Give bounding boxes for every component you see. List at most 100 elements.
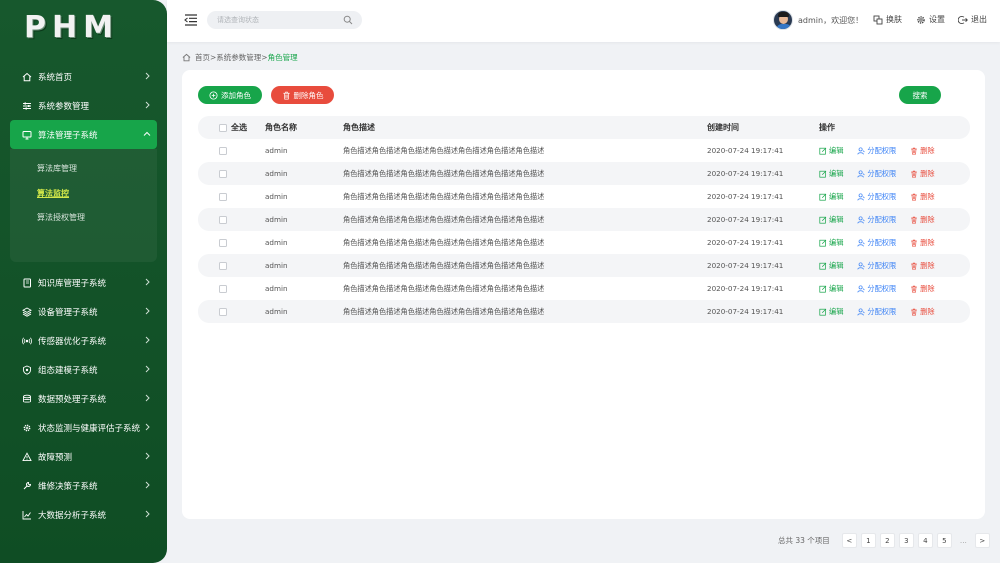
edit-button[interactable]: 编辑 — [819, 146, 843, 156]
assign-permission-button[interactable]: 分配权限 — [857, 169, 896, 179]
select-all-checkbox[interactable] — [219, 123, 227, 132]
row-checkbox[interactable] — [219, 215, 227, 224]
delete-button[interactable]: 删除 — [910, 192, 935, 202]
delete-button[interactable]: 删除 — [910, 238, 935, 248]
table-row: admin 角色描述角色描述角色描述角色描述角色描述角色描述角色描述 2020-07… — [198, 231, 970, 254]
edit-button[interactable]: 编辑 — [819, 192, 843, 202]
search-button[interactable]: 搜索 — [899, 86, 941, 104]
pagination-page[interactable]: 1 — [860, 533, 876, 548]
trash-icon — [911, 262, 917, 270]
assign-permission-button[interactable]: 分配权限 — [857, 284, 896, 294]
sidebar-menu: 系统首页 系统参数管理 算法管理子系统 算法库管理 算法监控 算法授权管理 知识… — [0, 62, 167, 529]
sidebar-item-maintenance[interactable]: 维修决策子系统 — [0, 471, 167, 500]
home-icon — [182, 53, 191, 62]
assign-permission-button[interactable]: 分配权限 — [857, 261, 896, 271]
chevron-right-icon — [145, 510, 150, 518]
row-checkbox[interactable] — [219, 192, 227, 201]
breadcrumb-home[interactable]: 首页 — [195, 52, 210, 63]
user-permission-icon — [857, 215, 866, 223]
cell-role-desc: 角色描述角色描述角色描述角色描述角色描述角色描述角色描述 — [343, 168, 545, 178]
row-checkbox[interactable] — [219, 169, 227, 178]
edit-button[interactable]: 编辑 — [819, 169, 843, 179]
row-checkbox[interactable] — [219, 238, 227, 247]
cell-create-time: 2020-07-24 19:17:41 — [707, 284, 784, 293]
sidebar-subitem-algo-monitor[interactable]: 算法监控 — [10, 182, 157, 207]
avatar[interactable] — [773, 10, 793, 30]
sidebar-item-sensor[interactable]: 传感器优化子系统 — [0, 326, 167, 355]
breadcrumb-current: 角色管理 — [267, 53, 298, 62]
logout-button[interactable]: 退出 — [958, 14, 987, 25]
user-permission-icon — [857, 261, 866, 269]
assign-permission-label: 分配权限 — [867, 260, 897, 270]
pagination-page[interactable]: 3 — [898, 533, 914, 548]
pagination-page[interactable]: 4 — [917, 533, 933, 548]
settings-button[interactable]: 设置 — [916, 14, 945, 25]
sidebar-item-sys-params[interactable]: 系统参数管理 — [0, 91, 167, 120]
assign-permission-button[interactable]: 分配权限 — [857, 192, 896, 202]
pagination-page[interactable]: 5 — [936, 533, 952, 548]
assign-permission-button[interactable]: 分配权限 — [857, 238, 896, 248]
sidebar-item-device[interactable]: 设备管理子系统 — [0, 297, 167, 326]
pagination-prev[interactable]: < — [841, 533, 857, 548]
home-icon — [22, 72, 32, 82]
delete-button[interactable]: 删除 — [910, 284, 935, 294]
sidebar-item-algorithm[interactable]: 算法管理子系统 — [10, 120, 157, 149]
pagination-page[interactable]: 2 — [879, 533, 895, 548]
delete-role-button[interactable]: 删除角色 — [271, 86, 334, 104]
sidebar-item-label: 状态监测与健康评估子系统 — [38, 423, 141, 434]
delete-button[interactable]: 删除 — [910, 169, 935, 179]
edit-button[interactable]: 编辑 — [819, 307, 843, 317]
breadcrumb-parent[interactable]: 系统参数管理 — [216, 52, 261, 63]
cell-role-desc: 角色描述角色描述角色描述角色描述角色描述角色描述角色描述 — [343, 214, 545, 224]
row-checkbox[interactable] — [219, 307, 227, 316]
search-input[interactable] — [217, 16, 337, 24]
cell-ops: 编辑 分配权限 删除 — [819, 169, 970, 179]
gear-icon — [22, 423, 32, 433]
gear-icon — [917, 15, 925, 24]
layers-icon — [22, 306, 32, 317]
sidebar-item-home[interactable]: 系统首页 — [0, 62, 167, 91]
cell-create-time: 2020-07-24 19:17:41 — [707, 146, 784, 155]
main-card: 添加角色 删除角色 搜索 全选 角色名称 角色描述 创建时间 操作 admin 角… — [182, 70, 985, 519]
select-all-label: 全选 — [231, 123, 247, 132]
database-icon — [22, 394, 32, 404]
chevron-right-icon — [145, 423, 150, 431]
sidebar-item-health[interactable]: 状态监测与健康评估子系统 — [0, 413, 167, 442]
delete-button[interactable]: 删除 — [910, 307, 935, 317]
sidebar-item-label: 维修决策子系统 — [38, 481, 98, 492]
delete-button[interactable]: 删除 — [910, 261, 935, 271]
edit-button[interactable]: 编辑 — [819, 284, 843, 294]
row-checkbox[interactable] — [219, 261, 227, 270]
menu-fold-icon[interactable] — [184, 14, 198, 26]
row-checkbox[interactable] — [219, 284, 227, 293]
sidebar-item-label: 设备管理子系统 — [38, 307, 98, 318]
edit-button[interactable]: 编辑 — [819, 215, 843, 225]
sidebar-subitem-algo-auth[interactable]: 算法授权管理 — [10, 206, 157, 231]
delete-button[interactable]: 删除 — [910, 215, 935, 225]
user-info[interactable]: admin，欢迎您！ — [773, 10, 863, 30]
add-role-button[interactable]: 添加角色 — [198, 86, 262, 104]
table-row: admin 角色描述角色描述角色描述角色描述角色描述角色描述角色描述 2020-07… — [198, 139, 970, 162]
chevron-up-icon — [143, 131, 151, 136]
edit-button[interactable]: 编辑 — [819, 261, 843, 271]
row-checkbox[interactable] — [219, 146, 227, 155]
pagination-next[interactable]: > — [974, 533, 990, 548]
assign-permission-button[interactable]: 分配权限 — [857, 215, 896, 225]
search-icon[interactable] — [343, 15, 353, 25]
col-header-time: 创建时间 — [707, 123, 739, 132]
edit-button[interactable]: 编辑 — [819, 238, 843, 248]
sidebar-item-bigdata[interactable]: 大数据分析子系统 — [0, 500, 167, 529]
sidebar-item-fault-predict[interactable]: 故障预测 — [0, 442, 167, 471]
assign-permission-button[interactable]: 分配权限 — [857, 146, 896, 156]
sidebar-subitem-algo-library[interactable]: 算法库管理 — [10, 157, 157, 182]
sidebar-item-preprocess[interactable]: 数据预处理子系统 — [0, 384, 167, 413]
skin-button[interactable]: 换肤 — [873, 14, 902, 25]
cell-ops: 编辑 分配权限 删除 — [819, 261, 970, 271]
cell-role-desc: 角色描述角色描述角色描述角色描述角色描述角色描述角色描述 — [343, 306, 545, 316]
assign-permission-button[interactable]: 分配权限 — [857, 307, 896, 317]
sidebar-item-config-model[interactable]: 组态建模子系统 — [0, 355, 167, 384]
sidebar-item-knowledge[interactable]: 知识库管理子系统 — [0, 268, 167, 297]
cell-role-name: admin — [265, 307, 288, 316]
table-row: admin 角色描述角色描述角色描述角色描述角色描述角色描述角色描述 2020-07… — [198, 277, 970, 300]
delete-button[interactable]: 删除 — [910, 146, 935, 156]
